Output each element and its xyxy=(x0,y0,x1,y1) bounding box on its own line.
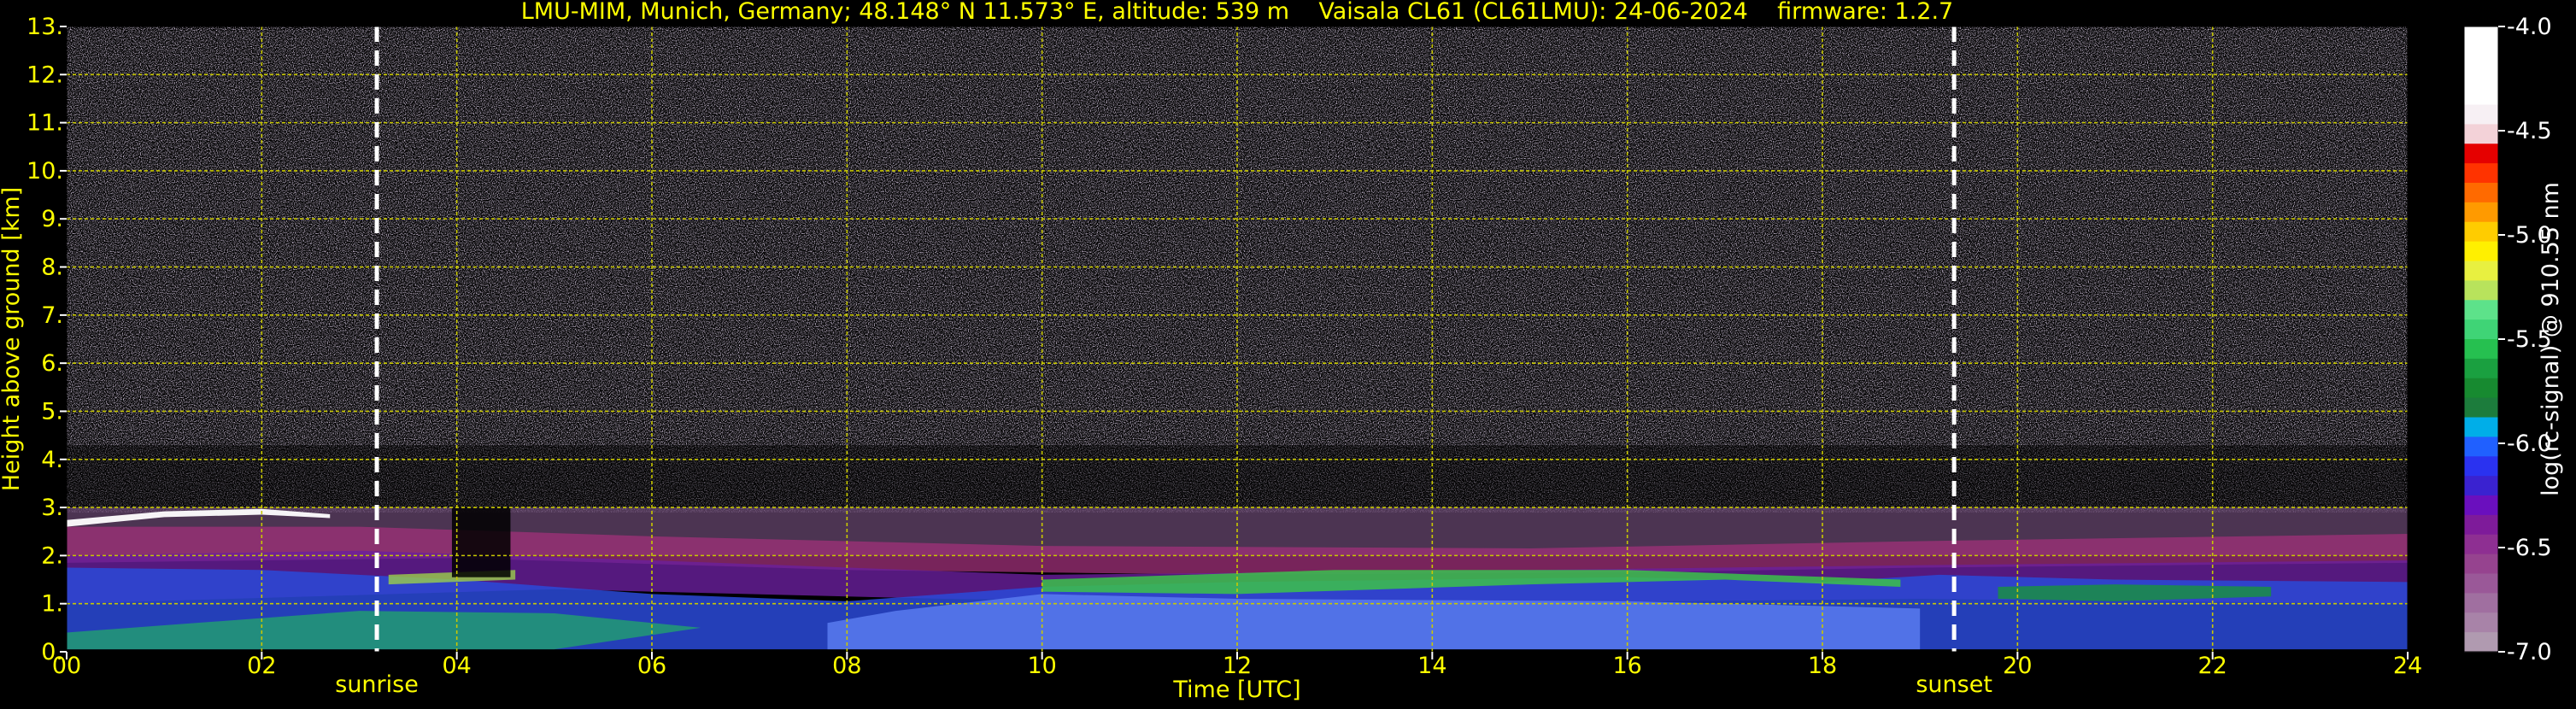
y-tick-label: 4. xyxy=(41,447,63,473)
colorbar-segment xyxy=(2464,378,2498,399)
x-tick-label: 20 xyxy=(2003,653,2032,679)
colorbar-segment xyxy=(2464,144,2498,164)
colorbar-segment xyxy=(2464,612,2498,633)
y-tick-label: 1. xyxy=(41,591,63,618)
colorbar-tick-label: -7.0 xyxy=(2507,639,2552,665)
y-axis-ticks: 0. 1. 2. 3. 4. 5. 6. 7. 8. 9. 10. 11. 12. 13. xyxy=(26,14,67,665)
colorbar-segment xyxy=(2464,632,2498,653)
x-tick-label: 08 xyxy=(832,653,861,679)
colorbar-tick-label: -4.0 xyxy=(2507,14,2552,40)
colorbar-segment xyxy=(2464,573,2498,594)
colorbar-segment xyxy=(2464,534,2498,555)
x-axis-label: Time [UTC] xyxy=(1172,677,1300,703)
x-tick-label: 14 xyxy=(1417,653,1446,679)
y-tick-label: 10. xyxy=(26,158,63,185)
y-tick-label: 13. xyxy=(26,14,63,40)
colorbar-label: log(rc-signal) @ 910.55 nm xyxy=(2538,182,2564,496)
colorbar-segment xyxy=(2464,456,2498,477)
colorbar-segment xyxy=(2464,358,2498,379)
sunset-label: sunset xyxy=(1916,671,1992,698)
y-tick-label: 2. xyxy=(41,542,63,569)
x-tick-label: 06 xyxy=(637,653,666,679)
y-axis-label: Height above ground [km] xyxy=(0,187,25,491)
sunrise-label: sunrise xyxy=(335,671,419,698)
colorbar-segment xyxy=(2464,183,2498,203)
colorbar-segment xyxy=(2464,417,2498,437)
colorbar-segment xyxy=(2464,476,2498,496)
colorbar-segment xyxy=(2464,593,2498,613)
colorbar-segment xyxy=(2464,26,2498,47)
y-tick-label: 3. xyxy=(41,495,63,521)
colorbar-segment xyxy=(2464,339,2498,360)
dark-column xyxy=(451,507,511,577)
colorbar-segment xyxy=(2464,104,2498,125)
y-tick-label: 7. xyxy=(41,302,63,329)
colorbar-segment xyxy=(2464,65,2498,86)
colorbar-segment xyxy=(2464,124,2498,144)
colorbar-segment xyxy=(2464,300,2498,320)
x-tick-label: 02 xyxy=(247,653,276,679)
colorbar-segment xyxy=(2464,241,2498,262)
colorbar-segment xyxy=(2464,280,2498,301)
x-tick-label: 24 xyxy=(2393,653,2422,679)
y-tick-label: 8. xyxy=(41,255,63,281)
ceilometer-figure: sunrise sunset 00 02 04 06 08 10 12 14 16 18 20 22 24… xyxy=(0,0,2576,706)
colorbar-segment xyxy=(2464,514,2498,536)
y-tick-label: 0. xyxy=(41,639,63,665)
y-tick-label: 11. xyxy=(26,110,63,137)
x-tick-label: 22 xyxy=(2198,653,2227,679)
x-tick-label: 12 xyxy=(1223,653,1252,679)
x-tick-label: 16 xyxy=(1612,653,1641,679)
colorbar-segment xyxy=(2464,85,2498,106)
colorbar-segment xyxy=(2464,45,2498,67)
backscatter-chart: sunrise sunset 00 02 04 06 08 10 12 14 16 18 20 22 24… xyxy=(0,0,2564,703)
colorbar-tick-label: -4.5 xyxy=(2507,118,2552,144)
colorbar-segment xyxy=(2464,319,2498,340)
colorbar-tick-label: -6.5 xyxy=(2507,535,2552,561)
colorbar-segment xyxy=(2464,221,2498,243)
colorbar-segment xyxy=(2464,261,2498,281)
x-tick-label: 04 xyxy=(442,653,471,679)
chart-title: LMU-MIM, Munich, Germany; 48.148° N 11.5… xyxy=(521,0,1954,25)
colorbar-segment xyxy=(2464,437,2498,457)
x-tick-label: 10 xyxy=(1027,653,1056,679)
y-tick-label: 6. xyxy=(41,350,63,377)
colorbar-segment xyxy=(2464,397,2498,419)
y-tick-label: 9. xyxy=(41,206,63,232)
x-tick-label: 18 xyxy=(1808,653,1837,679)
y-tick-label: 5. xyxy=(41,398,63,425)
colorbar-segment xyxy=(2464,163,2498,184)
colorbar-segment xyxy=(2464,202,2498,223)
colorbar-segment xyxy=(2464,495,2498,516)
y-tick-label: 12. xyxy=(26,62,63,88)
colorbar-segment xyxy=(2464,554,2498,575)
